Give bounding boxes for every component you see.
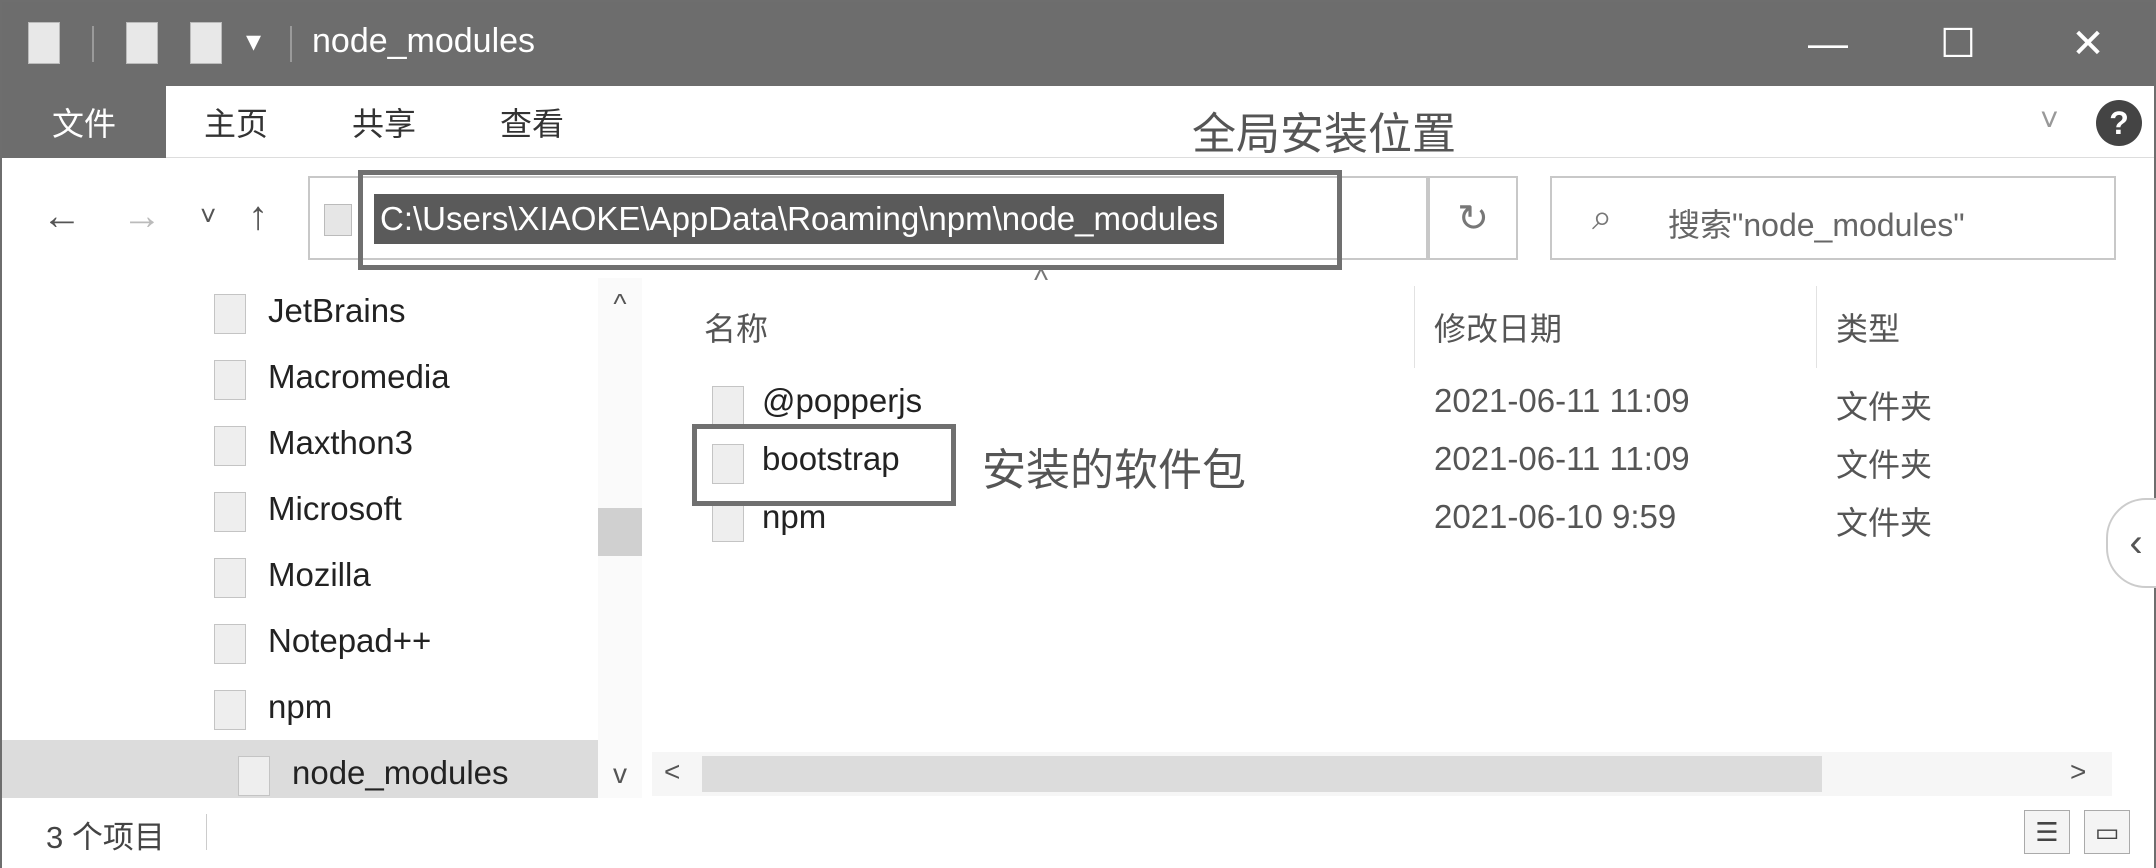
nav-item-notepad-plus-plus[interactable]: Notepad++: [2, 608, 602, 674]
item-count: 3 个项目: [46, 820, 165, 855]
file-explorer-window: ▾ node_modules — ☐ ✕ 文件 主页 共享 查看 全局安装位置 …: [0, 0, 2156, 868]
folder-icon: [324, 204, 352, 236]
scroll-right-button[interactable]: >: [2070, 756, 2086, 788]
scroll-thumb[interactable]: [702, 756, 1822, 792]
close-button[interactable]: ✕: [2026, 2, 2150, 86]
customize-qat-dropdown[interactable]: ▾: [246, 24, 261, 59]
tab-home[interactable]: 主页: [204, 86, 268, 158]
nav-item-microsoft[interactable]: Microsoft: [2, 476, 602, 542]
address-highlight-frame: [358, 170, 1342, 270]
file-type: 文件夹: [1836, 447, 1933, 483]
title-bar: ▾ node_modules — ☐ ✕: [2, 2, 2154, 86]
title-separator: [92, 26, 94, 62]
search-placeholder: 搜索"node_modules": [1668, 207, 1965, 243]
scroll-down-button[interactable]: v: [598, 758, 642, 790]
new-folder-qat-icon[interactable]: [190, 22, 222, 64]
file-modified-date: 2021-06-11 11:09: [1434, 382, 1690, 419]
nav-item-label: npm: [268, 688, 333, 725]
ribbon-tabs: 文件 主页 共享 查看 全局安装位置 ˅ ?: [2, 86, 2154, 159]
window-title: node_modules: [312, 22, 536, 60]
column-divider[interactable]: [1414, 286, 1415, 368]
tab-view[interactable]: 查看: [500, 86, 564, 158]
file-list: ^ 名称 修改日期 类型 @popperjs 2021-06-11 11:09 …: [652, 264, 2156, 798]
navigation-pane: JetBrains Macromedia Maxthon3 Microsoft …: [2, 278, 642, 806]
help-button[interactable]: ?: [2096, 100, 2142, 146]
scroll-left-button[interactable]: <: [664, 756, 680, 788]
details-view-icon[interactable]: ☰: [2024, 810, 2070, 854]
nav-item-mozilla[interactable]: Mozilla: [2, 542, 602, 608]
column-header-type[interactable]: 类型: [1836, 304, 1900, 350]
properties-qat-icon[interactable]: [126, 22, 158, 64]
horizontal-scrollbar[interactable]: < >: [652, 752, 2112, 796]
explorer-app-icon: [28, 22, 60, 64]
search-icon: ⌕: [1592, 196, 1613, 237]
folder-icon: [712, 386, 744, 426]
navigation-bar: ← → ˅ ↑ C:\Users\XIAOKE\AppData\Roaming\…: [2, 158, 2154, 278]
nav-item-label: Notepad++: [268, 622, 432, 659]
folder-icon: [214, 690, 246, 730]
folder-icon: [214, 294, 246, 334]
folder-icon: [214, 426, 246, 466]
title-separator: [290, 26, 292, 62]
tab-share[interactable]: 共享: [352, 86, 416, 158]
nav-item-label: Microsoft: [268, 490, 402, 527]
file-type: 文件夹: [1836, 505, 1933, 541]
minimize-button[interactable]: —: [1766, 2, 1890, 86]
nav-item-macromedia[interactable]: Macromedia: [2, 344, 602, 410]
back-button[interactable]: ←: [42, 194, 82, 239]
nav-pane-scrollbar[interactable]: ^ v: [598, 278, 642, 798]
global-install-annotation: 全局安装位置: [1192, 110, 1456, 159]
nav-item-label: node_modules: [292, 754, 509, 791]
column-header-name[interactable]: 名称: [704, 304, 768, 350]
up-button[interactable]: ↑: [248, 194, 268, 239]
chevron-down-icon[interactable]: ˅: [2040, 102, 2059, 139]
installed-package-annotation: 安装的软件包: [982, 446, 1246, 495]
details-pane-toggle[interactable]: ‹: [2106, 498, 2156, 588]
file-name: @popperjs: [762, 382, 923, 419]
folder-icon: [214, 624, 246, 664]
large-icons-view-icon[interactable]: ▭: [2084, 810, 2130, 854]
column-divider[interactable]: [1816, 286, 1817, 368]
status-bar: 3 个项目 ☰ ▭: [2, 798, 2154, 868]
sort-ascending-icon: ^: [1034, 264, 1049, 297]
column-header-modified[interactable]: 修改日期: [1434, 304, 1562, 350]
file-modified-date: 2021-06-11 11:09: [1434, 440, 1690, 477]
nav-item-label: Macromedia: [268, 358, 450, 395]
folder-icon: [214, 492, 246, 532]
nav-item-node-modules[interactable]: node_modules: [2, 740, 602, 806]
nav-item-jetbrains[interactable]: JetBrains: [2, 278, 602, 344]
maximize-button[interactable]: ☐: [1896, 2, 2020, 86]
scroll-up-button[interactable]: ^: [598, 288, 642, 320]
folder-icon: [238, 756, 270, 796]
file-modified-date: 2021-06-10 9:59: [1434, 498, 1677, 535]
refresh-button[interactable]: ↻: [1428, 176, 1518, 260]
folder-icon: [712, 502, 744, 542]
nav-item-label: JetBrains: [268, 292, 406, 329]
folder-icon: [214, 558, 246, 598]
bootstrap-highlight-frame: [692, 424, 956, 506]
nav-item-npm[interactable]: npm: [2, 674, 602, 740]
nav-item-label: Maxthon3: [268, 424, 413, 461]
nav-item-maxthon3[interactable]: Maxthon3: [2, 410, 602, 476]
forward-button[interactable]: →: [122, 194, 162, 239]
status-separator: [206, 814, 207, 850]
file-type: 文件夹: [1836, 389, 1933, 425]
folder-icon: [214, 360, 246, 400]
tab-file[interactable]: 文件: [2, 86, 166, 158]
search-input[interactable]: ⌕ 搜索"node_modules": [1550, 176, 2116, 260]
nav-item-label: Mozilla: [268, 556, 371, 593]
recent-locations-button[interactable]: ˅: [200, 200, 216, 232]
scroll-thumb[interactable]: [598, 508, 642, 556]
